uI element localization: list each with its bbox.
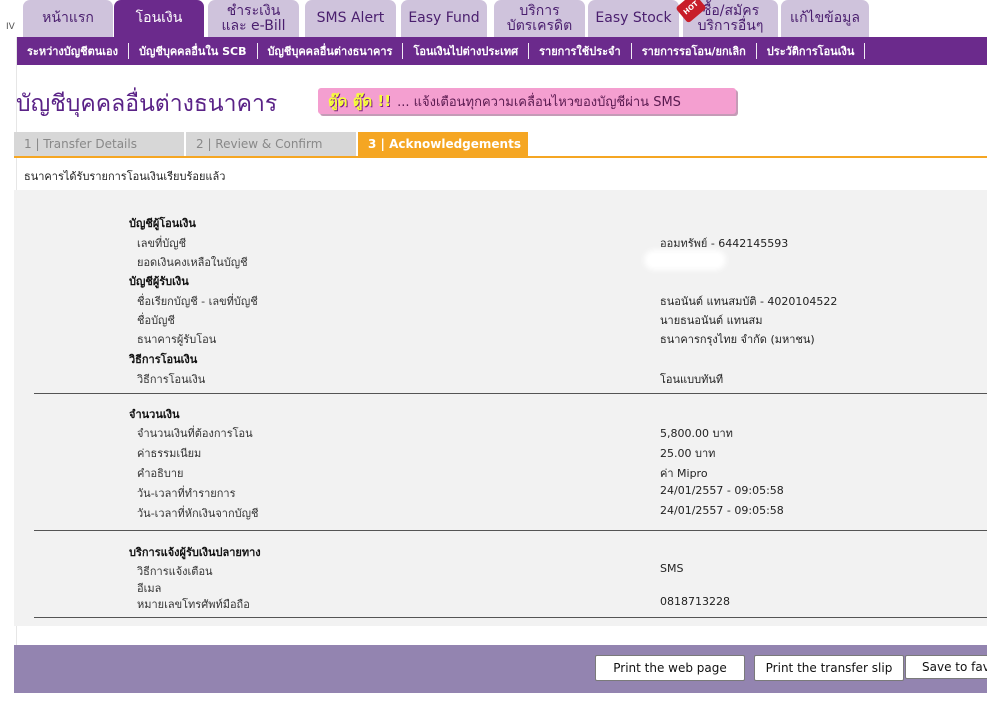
- amount-label: จำนวนเงินที่ต้องการโอน: [137, 427, 253, 440]
- bank-label: ธนาคารผู้รับโอน: [137, 333, 217, 346]
- subnav-separator: [128, 43, 130, 59]
- tab-other-services[interactable]: ซื้อ/สมัคร บริการอื่นๆ HOT: [675, 0, 778, 37]
- banner-text: ... แจ้งเตือนทุกความเคลื่อนไหวของบัญชีผ่…: [397, 94, 681, 110]
- phone-value: 0818713228: [660, 595, 730, 608]
- transaction-time-value: 24/01/2557 - 09:05:58: [660, 484, 784, 497]
- tab-label: บริการ บัตรเครดิต: [506, 2, 573, 34]
- subnav-separator: [755, 43, 757, 59]
- to-account-heading: บัญชีผู้รับเงิน: [129, 275, 189, 288]
- amount-heading: จำนวนเงิน: [129, 408, 180, 421]
- tab-label: โอนเงิน: [135, 10, 183, 26]
- method-value: โอนแบบทันที: [660, 373, 724, 386]
- tab-label: ชำระเงิน และ e-Bill: [221, 2, 286, 34]
- tab-label: Easy Stock: [595, 10, 672, 26]
- fee-label: ค่าธรรมเนียม: [137, 447, 202, 460]
- subnav-separator: [864, 43, 866, 59]
- subnav-separator: [256, 43, 258, 59]
- bank-value: ธนาคารกรุงไทย จำกัด (มหาชน): [660, 333, 815, 346]
- tab-label: หน้าแรก: [42, 10, 94, 26]
- subnav-favorites[interactable]: รายการใช้ประจำ: [529, 42, 631, 60]
- step-review-confirm: 2 | Review & Confirm: [186, 132, 356, 156]
- transaction-time-label: วัน-เวลาที่ทำรายการ: [137, 487, 236, 500]
- subnav-separator: [630, 43, 632, 59]
- action-bar: Print the web page Print the transfer sl…: [14, 645, 987, 693]
- print-page-button[interactable]: Print the web page: [595, 655, 745, 681]
- tab-transfer[interactable]: โอนเงิน: [114, 0, 204, 37]
- banner-highlight: ตู๊ด ตู๊ด !!: [328, 92, 392, 110]
- page-title: บัญชีบุคคลอื่นต่างธนาคาร: [16, 91, 278, 117]
- tab-easy-fund[interactable]: Easy Fund: [401, 0, 487, 37]
- section-divider: [34, 393, 987, 394]
- subnav-separator: [402, 43, 404, 59]
- phone-label: หมายเลขโทรศัพท์มือถือ: [137, 598, 250, 611]
- progress-steps: 1 | Transfer Details 2 | Review & Confir…: [14, 132, 987, 158]
- account-number-value: ออมทรัพย์ - 6442145593: [660, 237, 789, 250]
- balance-label: ยอดเงินคงเหลือในบัญชี: [137, 256, 248, 269]
- subnav-international[interactable]: โอนเงินไปต่างประเทศ: [403, 42, 528, 60]
- tab-credit-card[interactable]: บริการ บัตรเครดิต: [494, 0, 585, 37]
- account-name-value: นายธนอนันต์ แทนสม: [660, 314, 763, 327]
- subnav-own-accounts[interactable]: ระหว่างบัญชีตนเอง: [17, 42, 128, 60]
- corner-mark: IV: [6, 22, 15, 32]
- tab-edit-profile[interactable]: แก้ไขข้อมูล: [781, 0, 869, 37]
- step-transfer-details: 1 | Transfer Details: [14, 132, 184, 156]
- account-number-label: เลขที่บัญชี: [137, 237, 187, 250]
- sms-alert-banner[interactable]: ตู๊ด ตู๊ด !! ... แจ้งเตือนทุกความเคลื่อน…: [318, 88, 736, 114]
- method-heading: วิธีการโอนเงิน: [129, 353, 198, 366]
- top-tab-bar: IV หน้าแรก โอนเงิน ชำระเงิน และ e-Bill SMS …: [0, 0, 987, 37]
- tab-label: ซื้อ/สมัคร บริการอื่นๆ: [697, 2, 764, 34]
- print-slip-button[interactable]: Print the transfer slip: [754, 655, 904, 681]
- subnav-separator: [528, 43, 530, 59]
- nickname-value: ธนอนันต์ แทนสมบัติ - 4020104522: [660, 295, 838, 308]
- notify-heading: บริการแจ้งผู้รับเงินปลายทาง: [129, 546, 261, 559]
- transfer-details-panel: บัญชีผู้โอนเงิน เลขที่บัญชี ออมทรัพย์ - …: [14, 190, 987, 626]
- description-value: ค่า Mipro: [660, 467, 708, 480]
- subnav-history[interactable]: ประวัติการโอนเงิน: [757, 42, 865, 60]
- subnav-pending[interactable]: รายการรอโอน/ยกเลิก: [632, 42, 756, 60]
- nickname-label: ชื่อเรียกบัญชี - เลขที่บัญชี: [137, 295, 258, 308]
- tab-label: SMS Alert: [316, 10, 385, 26]
- method-label: วิธีการโอนเงิน: [137, 373, 206, 386]
- notify-method-value: SMS: [660, 562, 684, 575]
- tab-home[interactable]: หน้าแรก: [23, 0, 113, 37]
- subnav-scb-accounts[interactable]: บัญชีบุคคลอื่นใน SCB: [129, 42, 257, 60]
- tab-easy-stock[interactable]: Easy Stock: [588, 0, 679, 37]
- account-name-label: ชื่อบัญชี: [137, 314, 175, 327]
- section-divider: [34, 617, 987, 618]
- step-acknowledgements: 3 | Acknowledgements: [358, 132, 528, 156]
- debit-time-value: 24/01/2557 - 09:05:58: [660, 504, 784, 517]
- description-label: คำอธิบาย: [137, 467, 184, 480]
- from-account-heading: บัญชีผู้โอนเงิน: [129, 217, 196, 230]
- sub-navigation: ระหว่างบัญชีตนเอง บัญชีบุคคลอื่นใน SCB บัญ…: [17, 37, 987, 65]
- redacted-balance: [648, 254, 722, 266]
- tab-label: แก้ไขข้อมูล: [790, 10, 860, 26]
- section-divider: [34, 530, 987, 531]
- tab-label: Easy Fund: [408, 10, 480, 26]
- page-bottom: [0, 693, 987, 704]
- confirmation-notice: ธนาคารได้รับรายการโอนเงินเรียบร้อยแล้ว: [24, 170, 226, 183]
- notify-method-label: วิธีการแจ้งเตือน: [137, 565, 213, 578]
- debit-time-label: วัน-เวลาที่หักเงินจากบัญชี: [137, 507, 259, 520]
- save-favorite-button[interactable]: Save to favorite: [905, 655, 987, 679]
- tab-sms-alert[interactable]: SMS Alert: [305, 0, 396, 37]
- fee-value: 25.00 บาท: [660, 447, 716, 460]
- subnav-other-banks[interactable]: บัญชีบุคคลอื่นต่างธนาคาร: [258, 42, 403, 60]
- amount-value: 5,800.00 บาท: [660, 427, 733, 440]
- tab-bill-payment[interactable]: ชำระเงิน และ e-Bill: [208, 0, 299, 37]
